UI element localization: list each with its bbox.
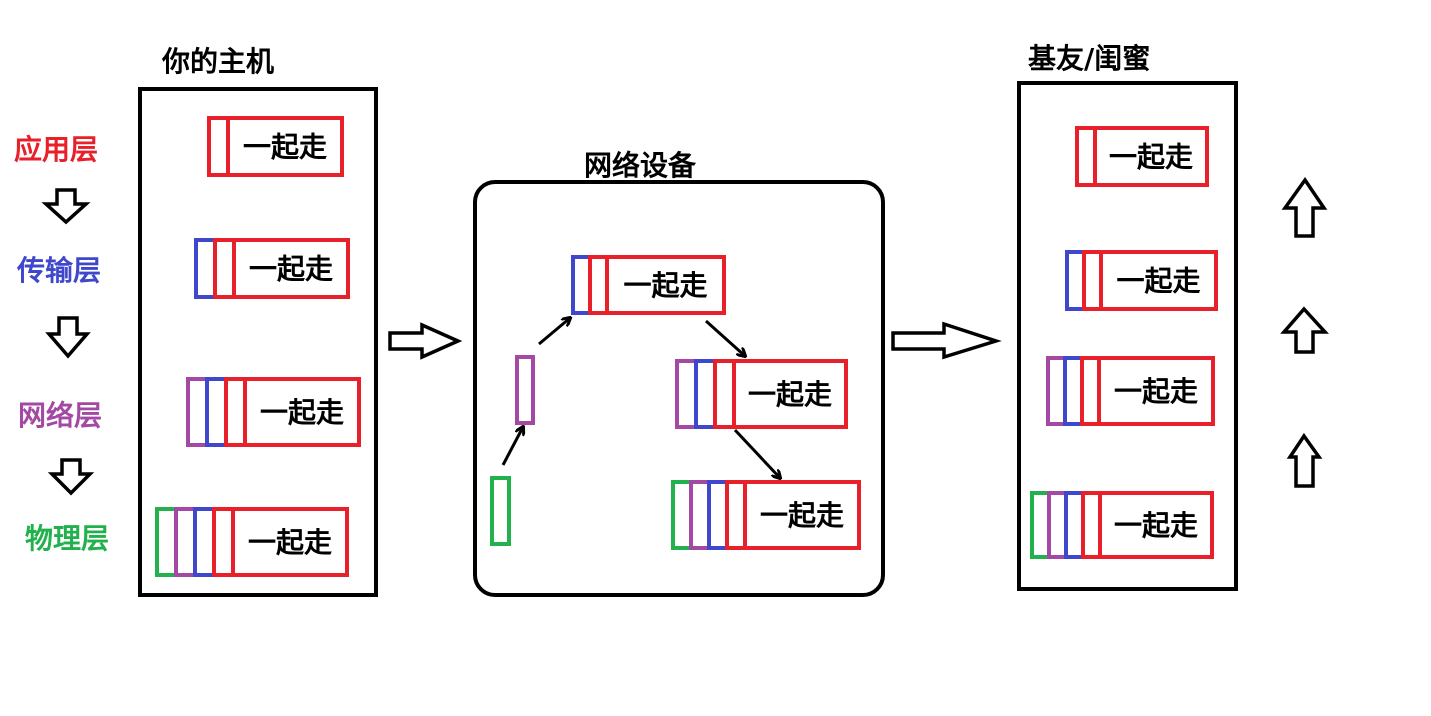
host-title: 你的主机	[162, 45, 275, 78]
payload-label: 一起走	[1114, 509, 1198, 542]
flow-arrow-icon	[501, 427, 523, 466]
flow-arrow-icon	[704, 319, 745, 356]
application-header	[588, 255, 609, 315]
diagram-canvas: 一起走 一起走 一起走 一起走 一起走 一起走 一起走 一起走 一起走 一起走 一起走 你的主机 网…	[0, 0, 1431, 716]
payload-label: 一起走	[623, 269, 707, 302]
payload-label: 一起走	[760, 499, 844, 532]
packet-stacks: 一起走一起走一起走一起走一起走一起走一起走一起走一起走一起走一起走	[155, 116, 1218, 577]
right-arrow-icon	[891, 321, 1002, 360]
application-header	[1082, 250, 1103, 311]
physical-header	[490, 476, 511, 546]
down-arrow-icon	[45, 316, 91, 359]
application-header	[207, 116, 230, 177]
up-arrow-icon	[1286, 432, 1323, 488]
payload-label: 一起走	[260, 396, 344, 429]
application-header	[1081, 491, 1102, 559]
network-header	[1046, 356, 1067, 426]
payload-label: 一起走	[748, 378, 832, 411]
application-header	[1080, 356, 1101, 426]
diagram-graphics: 一起走一起走一起走一起走一起走一起走一起走一起走一起走一起走一起走	[41, 81, 1329, 597]
network-header	[689, 480, 711, 550]
network-header	[186, 377, 209, 447]
application-header	[224, 377, 247, 447]
network-device-title: 网络设备	[584, 149, 697, 182]
payload-label: 一起走	[249, 253, 333, 286]
payload-label: 一起走	[243, 131, 327, 164]
transport-header	[571, 255, 592, 315]
transport-header	[1063, 356, 1084, 426]
transport-header	[205, 377, 228, 447]
physical-header	[155, 507, 178, 577]
flow-arrow-icon	[538, 318, 570, 346]
application-header	[713, 359, 736, 429]
application-header	[1075, 126, 1097, 187]
up-arrow-icon	[1281, 176, 1328, 238]
application-header	[212, 507, 235, 577]
network-header	[174, 507, 197, 577]
physical-header	[1030, 491, 1051, 559]
payload-label: 一起走	[248, 526, 332, 559]
network-header	[515, 355, 535, 425]
physical-header	[671, 480, 693, 550]
transport-header	[193, 507, 216, 577]
network-header	[1047, 491, 1068, 559]
layer-label-physical: 物理层	[25, 522, 110, 555]
layer-label-network: 网络层	[18, 399, 103, 432]
network-header	[675, 359, 698, 429]
flow-arrow-icon	[733, 428, 780, 478]
friend-title: 基友/闺蜜	[1028, 42, 1151, 75]
right-arrow-icon	[388, 322, 463, 360]
transport-header	[1065, 250, 1086, 311]
layer-label-transport: 传输层	[17, 254, 102, 287]
transport-header	[194, 238, 217, 299]
down-arrow-icon	[47, 458, 95, 496]
application-header	[725, 480, 747, 550]
transport-header	[694, 359, 717, 429]
application-header	[213, 238, 236, 299]
payload-label: 一起走	[1114, 375, 1198, 408]
layer-label-application: 应用层	[14, 133, 99, 166]
up-arrow-icon	[1280, 306, 1329, 354]
down-arrow-icon	[41, 188, 91, 225]
transport-header	[1064, 491, 1085, 559]
payload-label: 一起走	[1116, 265, 1200, 298]
payload-label: 一起走	[1109, 141, 1193, 174]
transport-header	[707, 480, 729, 550]
